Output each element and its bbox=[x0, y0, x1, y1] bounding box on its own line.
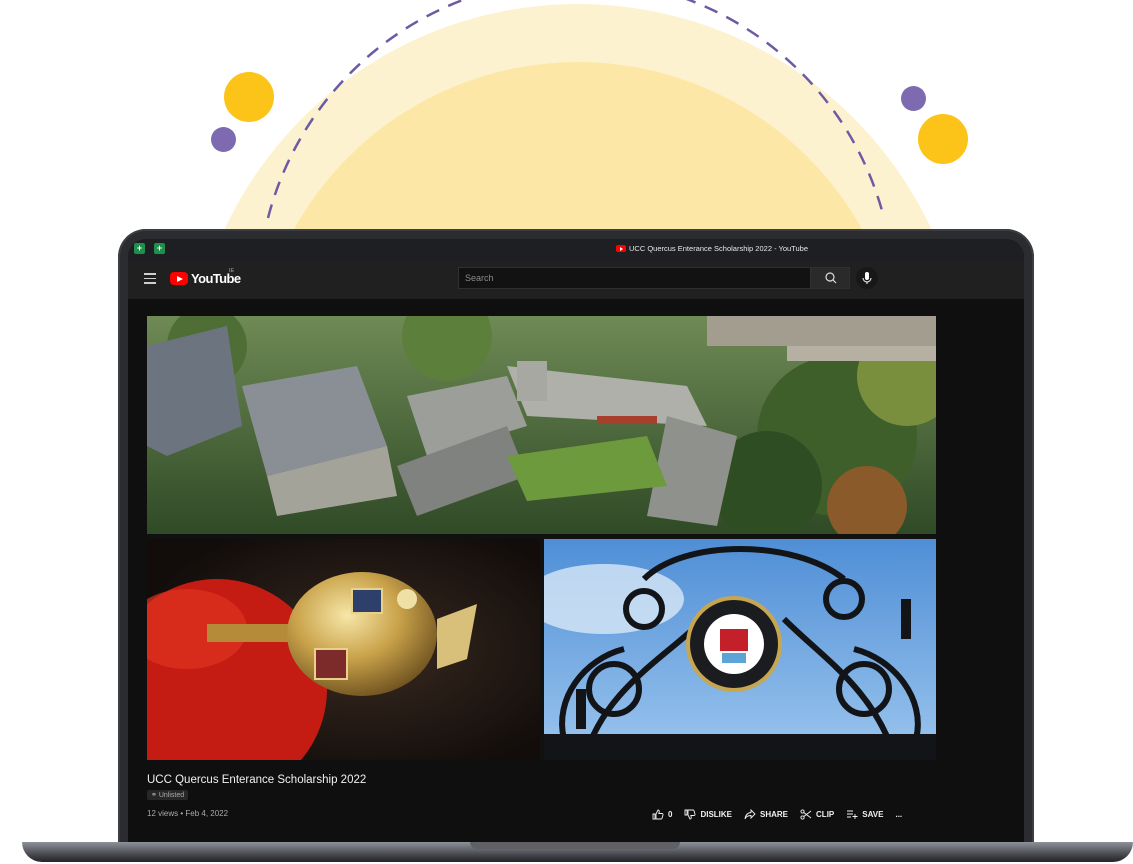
browser-title-bar: + + UCC Quercus Enterance Scholarship 20… bbox=[128, 239, 1024, 259]
video-frame-aerial-campus bbox=[147, 316, 936, 534]
browser-tab-title: UCC Quercus Enterance Scholarship 2022 -… bbox=[629, 244, 808, 253]
dislike-label: DISLIKE bbox=[700, 810, 733, 819]
extension-icon-1[interactable]: + bbox=[134, 243, 145, 254]
clip-button[interactable]: CLIP bbox=[800, 809, 834, 820]
video-frame-ceremonial-mace bbox=[147, 539, 540, 760]
youtube-header: YouTube IE bbox=[128, 259, 1024, 299]
country-code: IE bbox=[229, 268, 235, 274]
youtube-favicon-icon bbox=[616, 245, 626, 252]
voice-search-button[interactable] bbox=[856, 267, 878, 289]
menu-icon[interactable] bbox=[144, 273, 156, 287]
clip-label: CLIP bbox=[816, 810, 835, 819]
video-actions: 0 DISLIKE SHARE CLIP SAVE ... bbox=[652, 809, 902, 820]
unlisted-badge: ⚭ Unlisted bbox=[147, 790, 189, 800]
decor-dot-yellow-right bbox=[918, 114, 968, 164]
video-frame-university-gate bbox=[544, 539, 936, 760]
thumbs-up-icon bbox=[652, 809, 664, 820]
extension-icon-2[interactable]: + bbox=[154, 243, 165, 254]
search-input[interactable] bbox=[458, 267, 810, 289]
save-button[interactable]: SAVE bbox=[846, 809, 883, 820]
thumbs-down-icon bbox=[685, 809, 696, 820]
search-button[interactable] bbox=[810, 267, 850, 289]
video-player[interactable] bbox=[147, 316, 936, 760]
playlist-add-icon bbox=[847, 810, 858, 819]
more-actions-button[interactable]: ... bbox=[895, 810, 902, 819]
like-count: 0 bbox=[668, 810, 673, 819]
youtube-play-icon bbox=[170, 272, 188, 285]
scissors-icon bbox=[800, 809, 812, 820]
decor-dot-purple-left bbox=[211, 127, 236, 152]
share-button[interactable]: SHARE bbox=[744, 809, 788, 820]
like-button[interactable]: 0 bbox=[652, 809, 672, 820]
laptop-base-notch bbox=[470, 842, 680, 849]
more-icon: ... bbox=[895, 810, 903, 819]
save-label: SAVE bbox=[862, 810, 884, 819]
microphone-icon bbox=[862, 272, 872, 284]
share-icon bbox=[744, 809, 756, 820]
laptop-screen: + + UCC Quercus Enterance Scholarship 20… bbox=[128, 239, 1024, 849]
unlisted-label: Unlisted bbox=[158, 792, 185, 799]
dislike-button[interactable]: DISLIKE bbox=[684, 809, 732, 820]
video-stats: 12 views • Feb 4, 2022 bbox=[147, 809, 229, 818]
decor-dot-yellow-left bbox=[224, 72, 274, 122]
decor-dot-purple-right bbox=[901, 86, 926, 111]
browser-tab[interactable]: UCC Quercus Enterance Scholarship 2022 -… bbox=[616, 244, 808, 253]
share-label: SHARE bbox=[760, 810, 789, 819]
link-icon: ⚭ bbox=[151, 792, 159, 799]
video-title: UCC Quercus Enterance Scholarship 2022 bbox=[147, 774, 367, 786]
laptop-frame: + + UCC Quercus Enterance Scholarship 20… bbox=[118, 229, 1034, 854]
search-icon bbox=[825, 272, 837, 284]
